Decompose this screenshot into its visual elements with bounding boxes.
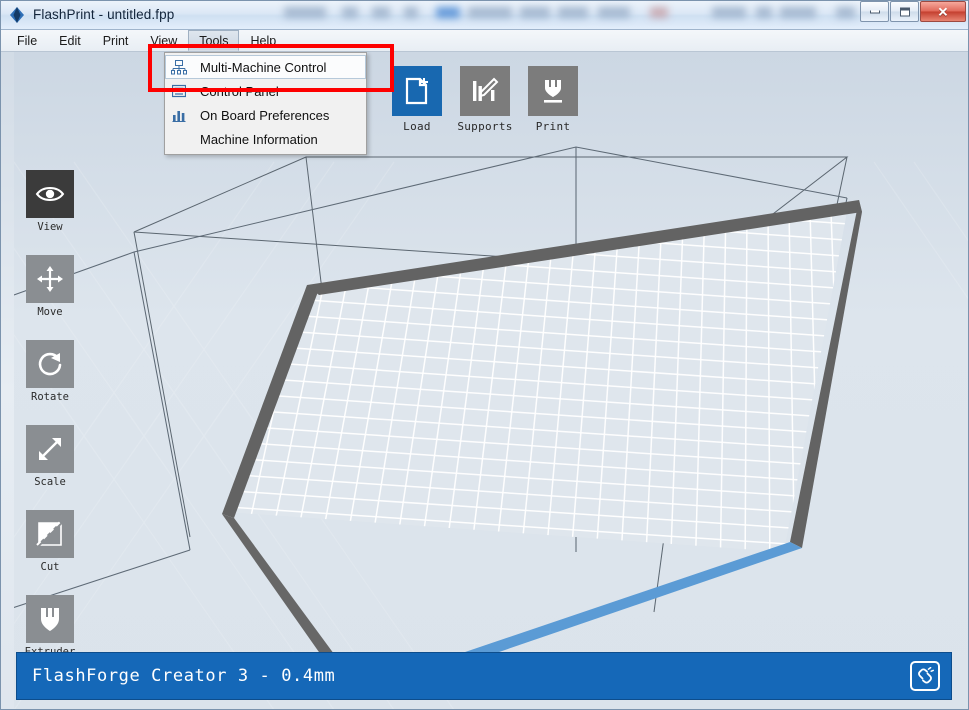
menu-item-control-panel[interactable]: Control Panel [165,79,366,103]
rotate-arrow-icon [38,352,62,376]
move-arrows-icon [37,266,63,292]
window-title: FlashPrint - untitled.fpp [33,7,175,22]
flashprint-window: View Move Rotate Scale Cut Load Supports… [0,0,969,710]
machine-connect-button[interactable] [910,661,940,691]
machine-status-label: FlashForge Creator 3 - 0.4mm [32,666,336,686]
tool-rotate-button[interactable] [26,340,74,388]
menu-file[interactable]: File [6,30,48,51]
menu-item-machine-information-label: Machine Information [200,131,318,147]
menu-print[interactable]: Print [92,30,140,51]
machine-connect-icon [918,667,934,684]
multi-machine-network-icon [168,58,190,76]
scale-diagonal-arrow-icon [39,438,61,460]
tool-scale-button[interactable] [26,425,74,473]
menu-view[interactable]: View [139,30,188,51]
tool-move-label: Move [37,306,63,318]
menu-bar: File Edit Print View Tools Help [0,30,969,52]
tool-extruder[interactable]: Extruder [25,595,75,658]
title-bar: FlashPrint - untitled.fpp ✕ [0,0,969,30]
menu-item-on-board-preferences[interactable]: On Board Preferences [165,103,366,127]
minimize-button[interactable] [860,1,889,22]
tool-rotate[interactable]: Rotate [26,340,74,403]
maximize-icon [899,7,910,16]
control-panel-icon [168,82,190,100]
toolbar-print-button[interactable] [528,66,578,116]
eye-icon [35,187,65,201]
menu-item-multi-machine-control[interactable]: Multi-Machine Control [165,55,366,79]
close-icon: ✕ [937,4,949,19]
menu-help[interactable]: Help [239,30,287,51]
tool-scale-label: Scale [34,476,66,488]
print-extruder-icon [544,80,562,103]
extruder-icon [41,608,59,631]
menu-item-multi-machine-control-label: Multi-Machine Control [200,59,327,75]
flashprint-diamond-icon [8,6,26,24]
bar-chart-icon [168,106,190,124]
tool-view-button[interactable] [26,170,74,218]
toolbar-supports-label: Supports [457,120,513,133]
tool-cut[interactable]: Cut [26,510,74,573]
menu-item-machine-information[interactable]: Machine Information [165,127,366,151]
cut-plane-icon [36,520,64,548]
tool-cut-button[interactable] [26,510,74,558]
load-file-plus-icon [405,77,428,105]
tool-view[interactable]: View [26,170,74,233]
tool-scale[interactable]: Scale [26,425,74,488]
tools-dropdown-menu: Multi-Machine Control Control Panel On B… [164,52,367,155]
menu-tools[interactable]: Tools [188,30,240,51]
minimize-icon [869,10,880,13]
redacted-titlebar-region [280,2,855,24]
maximize-button[interactable] [890,1,919,22]
3d-viewport[interactable] [14,52,969,710]
tool-cut-label: Cut [40,561,60,573]
toolbar-load-button[interactable] [392,66,442,116]
toolbar-load[interactable]: Load [392,66,442,133]
top-tool-palette: Load Supports Print [392,66,578,133]
build-scene [14,52,969,710]
close-button[interactable]: ✕ [920,1,966,22]
status-bar: FlashForge Creator 3 - 0.4mm [16,652,952,700]
toolbar-load-label: Load [403,120,431,133]
menu-edit[interactable]: Edit [48,30,92,51]
no-icon [168,130,190,148]
toolbar-print-label: Print [535,120,571,133]
toolbar-print[interactable]: Print [528,66,578,133]
toolbar-supports-button[interactable] [460,66,510,116]
left-tool-palette: View Move Rotate Scale Cut [25,170,75,658]
tool-rotate-label: Rotate [31,391,69,403]
supports-pencil-icon [473,77,499,101]
toolbar-supports[interactable]: Supports [457,66,513,133]
tool-extruder-button[interactable] [26,595,74,643]
tool-move[interactable]: Move [26,255,74,318]
tool-move-button[interactable] [26,255,74,303]
window-controls: ✕ [859,1,966,22]
menu-item-on-board-preferences-label: On Board Preferences [200,107,330,123]
menu-item-control-panel-label: Control Panel [200,83,279,99]
tool-view-label: View [37,221,63,233]
